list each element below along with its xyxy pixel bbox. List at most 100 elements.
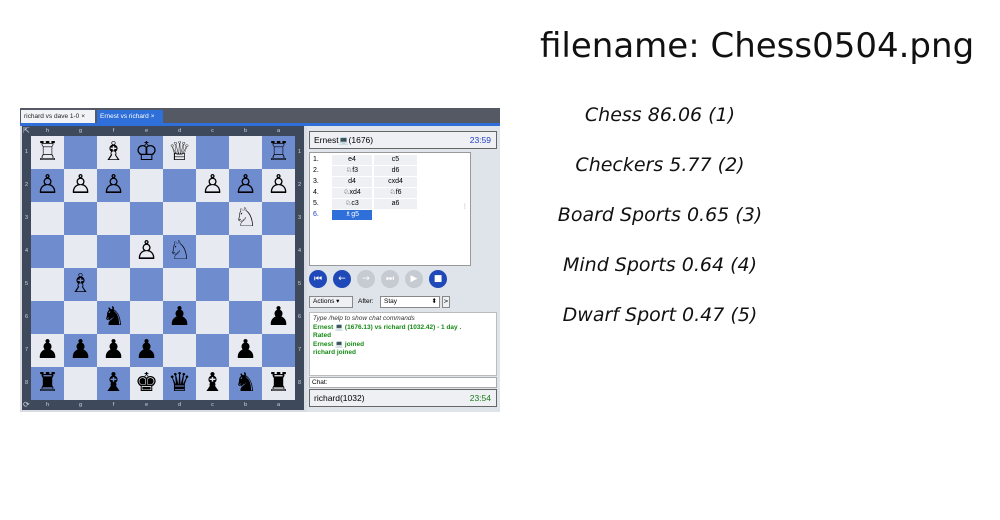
chess-piece-square[interactable]: ♜ xyxy=(31,367,64,400)
chess-piece-square[interactable]: ♛ xyxy=(163,367,196,400)
chess-piece-square[interactable]: ♖ xyxy=(262,136,295,169)
after-go-button[interactable]: > xyxy=(442,296,450,308)
chess-piece-square[interactable]: ♕ xyxy=(163,136,196,169)
board-square[interactable] xyxy=(130,202,163,235)
expand-icon[interactable]: ⇱ xyxy=(23,126,30,136)
play-button[interactable]: ▶ xyxy=(405,270,423,288)
chess-piece-square[interactable]: ♗ xyxy=(97,136,130,169)
board-square[interactable] xyxy=(163,268,196,301)
board-square[interactable] xyxy=(97,202,130,235)
back-button[interactable]: ← xyxy=(333,270,351,288)
board-square[interactable] xyxy=(64,136,97,169)
chess-piece-square[interactable]: ♙ xyxy=(229,169,262,202)
board-square[interactable] xyxy=(31,268,64,301)
board-square[interactable] xyxy=(31,202,64,235)
chess-piece-square[interactable]: ♚ xyxy=(130,367,163,400)
board-square[interactable] xyxy=(97,268,130,301)
chess-piece-square[interactable]: ♖ xyxy=(31,136,64,169)
board-square[interactable] xyxy=(97,235,130,268)
chess-piece-square[interactable]: ♟ xyxy=(130,334,163,367)
black-move[interactable]: d6 xyxy=(374,166,417,176)
chess-board[interactable]: ♖ ♗ ♔ ♕ ♖ ♙ ♙ ♙ ♙ ♙ ♙ ♘ ♙ ♘ ♗ ♞ ♟ ♟ ♟ ♟ ♟ ♟ ♟ ♜ ♝ ♚ ♛ ♝ ♞ ♜ xyxy=(31,136,295,400)
white-move[interactable]: ♘c3 xyxy=(332,199,372,209)
stop-button[interactable]: ■ xyxy=(429,270,447,288)
board-square[interactable] xyxy=(262,334,295,367)
chess-piece-square[interactable]: ♘ xyxy=(163,235,196,268)
board-square[interactable] xyxy=(163,202,196,235)
chess-piece-square[interactable]: ♙ xyxy=(64,169,97,202)
close-icon[interactable]: × xyxy=(151,113,155,120)
white-move[interactable]: ♘f3 xyxy=(332,166,372,176)
board-square[interactable] xyxy=(64,301,97,334)
chess-piece-square[interactable]: ♜ xyxy=(262,367,295,400)
chess-piece-square[interactable]: ♔ xyxy=(130,136,163,169)
chess-piece-square[interactable]: ♝ xyxy=(97,367,130,400)
board-square[interactable] xyxy=(262,235,295,268)
white-move[interactable]: d4 xyxy=(332,177,372,187)
board-square[interactable] xyxy=(196,301,229,334)
board-square[interactable] xyxy=(196,235,229,268)
chess-piece-square[interactable]: ♝ xyxy=(196,367,229,400)
board-square[interactable] xyxy=(31,235,64,268)
board-square[interactable] xyxy=(130,268,163,301)
chess-piece-square[interactable]: ♞ xyxy=(229,367,262,400)
black-move[interactable]: ♘f6 xyxy=(374,188,417,198)
board-square[interactable] xyxy=(64,367,97,400)
chess-piece-square[interactable]: ♙ xyxy=(31,169,64,202)
after-select[interactable]: Stay ⬍ xyxy=(380,296,440,308)
board-square[interactable] xyxy=(196,268,229,301)
board-square[interactable] xyxy=(64,202,97,235)
chess-piece-square[interactable]: ♗ xyxy=(64,268,97,301)
first-move-button[interactable]: ⏮ xyxy=(309,270,327,288)
chess-piece-square[interactable]: ♟ xyxy=(31,334,64,367)
board-square[interactable] xyxy=(163,169,196,202)
board-square[interactable] xyxy=(130,301,163,334)
tab-richard-vs-dave[interactable]: richard vs dave 1-0 × xyxy=(21,110,95,123)
board-square[interactable] xyxy=(64,235,97,268)
chess-piece-square[interactable]: ♙ xyxy=(262,169,295,202)
board-square[interactable] xyxy=(196,202,229,235)
board-square[interactable] xyxy=(196,334,229,367)
white-move[interactable]: e4 xyxy=(332,155,372,165)
board-square[interactable] xyxy=(229,235,262,268)
board-square[interactable] xyxy=(229,301,262,334)
white-move[interactable]: ♘xd4 xyxy=(332,188,372,198)
chess-piece-square[interactable]: ♟ xyxy=(229,334,262,367)
chess-piece-square[interactable]: ♙ xyxy=(130,235,163,268)
chess-piece-square[interactable]: ♟ xyxy=(97,334,130,367)
black-move[interactable]: a6 xyxy=(374,199,417,209)
chess-piece-square[interactable]: ♞ xyxy=(97,301,130,334)
chess-piece-square[interactable]: ♙ xyxy=(196,169,229,202)
select-arrow-icon: ⬍ xyxy=(431,298,437,305)
chess-piece-square[interactable]: ♘ xyxy=(229,202,262,235)
black-move[interactable]: c5 xyxy=(374,155,417,165)
chess-screenshot: richard vs dave 1-0 × Ernest vs richard × … xyxy=(20,108,500,412)
chess-piece-square[interactable]: ♟ xyxy=(64,334,97,367)
board-square[interactable] xyxy=(31,301,64,334)
actions-dropdown[interactable]: Actions ▾ xyxy=(309,296,353,308)
board-square[interactable] xyxy=(163,334,196,367)
scroll-handle-icon[interactable]: ⋮ xyxy=(462,203,468,210)
move-navigation: ⏮ ← → ⏭ ▶ ■ xyxy=(309,270,459,288)
flip-board-icon[interactable]: ⟳ xyxy=(23,400,30,410)
white-move[interactable]: ♗g5 xyxy=(332,210,372,220)
chess-piece-square[interactable]: ♙ xyxy=(97,169,130,202)
chess-piece-square[interactable]: ♟ xyxy=(262,301,295,334)
board-square[interactable] xyxy=(262,268,295,301)
black-move[interactable]: cxd4 xyxy=(374,177,417,187)
tab-bar: richard vs dave 1-0 × Ernest vs richard × xyxy=(20,108,500,123)
board-square[interactable] xyxy=(196,136,229,169)
board-square[interactable] xyxy=(229,136,262,169)
move-number: 6. xyxy=(313,211,319,218)
chat-input[interactable]: Chat: xyxy=(309,377,497,388)
board-square[interactable] xyxy=(130,169,163,202)
board-square[interactable] xyxy=(229,268,262,301)
forward-button[interactable]: → xyxy=(357,270,375,288)
board-square[interactable] xyxy=(262,202,295,235)
chess-piece-square[interactable]: ♟ xyxy=(163,301,196,334)
move-row: 5. ♘c3 a6 xyxy=(310,199,430,209)
last-move-button[interactable]: ⏭ xyxy=(381,270,399,288)
tab-ernest-vs-richard[interactable]: Ernest vs richard × xyxy=(97,110,163,123)
move-list[interactable]: 1. e4 c5 2. ♘f3 d6 3. d4 cxd4 4. ♘xd4 ♘f… xyxy=(309,152,471,266)
close-icon[interactable]: × xyxy=(81,113,85,120)
